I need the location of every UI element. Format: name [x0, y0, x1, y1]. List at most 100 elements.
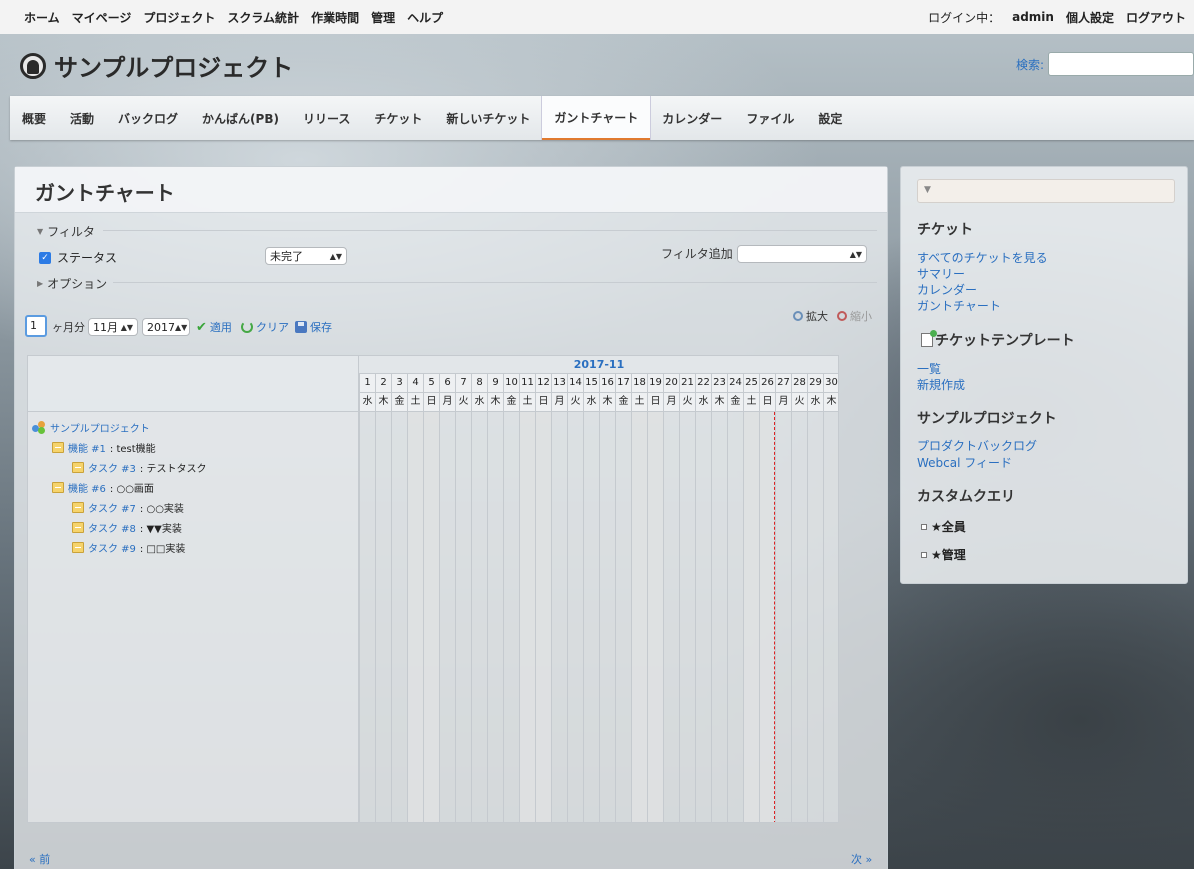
gantt-weekday: 月 — [663, 393, 679, 412]
gantt-weekday: 火 — [679, 393, 695, 412]
gantt-issue-row: タスク #9: □□実装 — [72, 540, 185, 555]
top-link-help[interactable]: ヘルプ — [407, 9, 443, 26]
gantt-weekday: 日 — [535, 393, 551, 412]
gantt-day-number: 7 — [455, 374, 471, 393]
sidebar-link-summary[interactable]: サマリー — [917, 265, 965, 282]
filter-legend-label: フィルタ — [47, 225, 95, 239]
top-link-projects[interactable]: プロジェクト — [143, 9, 215, 26]
apply-button[interactable]: ✔ 適用 — [196, 319, 232, 335]
tab-gantt[interactable]: ガントチャート — [542, 96, 651, 140]
gantt-month-header[interactable]: 2017-11 — [359, 356, 838, 374]
project-avatar-icon — [20, 52, 46, 79]
gantt-subject-text: : □□実装 — [139, 544, 186, 555]
gantt-weekday: 水 — [359, 393, 375, 412]
gantt-day-number: 9 — [487, 374, 503, 393]
user-link[interactable]: admin — [1012, 10, 1054, 24]
sidebar-link-calendar[interactable]: カレンダー — [917, 281, 977, 298]
gantt-subject-link[interactable]: タスク #9 — [88, 540, 136, 555]
clear-button[interactable]: クリア — [241, 319, 289, 335]
status-filter-row: ✓ ステータス — [39, 249, 117, 266]
top-link-time-entries[interactable]: 作業時間 — [311, 9, 359, 26]
clear-label: クリア — [256, 321, 289, 334]
sidebar-link-gantt[interactable]: ガントチャート — [917, 297, 1001, 314]
search-input[interactable] — [1048, 52, 1194, 76]
year-select[interactable]: 2017 ▲▼ — [142, 318, 190, 336]
search-label[interactable]: 検索: — [1016, 56, 1044, 73]
custom-query-label: ★管理 — [931, 548, 966, 562]
my-account-link[interactable]: 個人設定 — [1066, 9, 1114, 26]
tab-activity[interactable]: 活動 — [58, 96, 106, 140]
gantt-subject-text: : ○○実装 — [139, 504, 184, 515]
add-filter-label: フィルタ追加 — [661, 247, 733, 261]
add-filter-select[interactable]: ▲▼ — [737, 245, 867, 263]
top-link-admin[interactable]: 管理 — [371, 9, 395, 26]
zoom-out-button[interactable]: 縮小 — [837, 308, 872, 324]
prev-link[interactable]: « 前 — [29, 851, 50, 867]
gantt-weekday: 土 — [519, 393, 535, 412]
tab-backlog[interactable]: バックログ — [106, 96, 190, 140]
logout-link[interactable]: ログアウト — [1126, 9, 1186, 26]
options-divider — [113, 282, 877, 283]
next-link[interactable]: 次 » — [851, 851, 872, 867]
tab-roadmap[interactable]: リリース — [291, 96, 362, 140]
expanded-triangle-icon: ▼ — [37, 227, 44, 236]
gantt-day-column — [823, 412, 838, 822]
options-legend[interactable]: ▶ オプション — [37, 275, 107, 292]
zoom-in-button[interactable]: 拡大 — [793, 308, 828, 324]
top-link-scrum-stats[interactable]: スクラム統計 — [227, 9, 299, 26]
gantt-day-number: 27 — [775, 374, 791, 393]
sidebar-link-template-new[interactable]: 新規作成 — [917, 376, 965, 393]
tab-kanban[interactable]: かんばん(PB) — [190, 96, 291, 140]
gantt-day-number: 24 — [727, 374, 743, 393]
gantt-weekday: 木 — [599, 393, 615, 412]
sidebar-dropdown[interactable]: ▼ — [917, 179, 1175, 203]
status-operator-select[interactable]: 未完了 ▲▼ — [265, 247, 347, 265]
status-filter-label: ステータス — [57, 251, 118, 265]
top-link-home[interactable]: ホーム — [24, 9, 60, 26]
custom-query-admin[interactable]: ★管理 — [921, 546, 966, 563]
filter-legend[interactable]: ▼ フィルタ — [37, 223, 95, 240]
tab-settings[interactable]: 設定 — [806, 96, 854, 140]
gantt-subjects: サンプルプロジェクト 機能 #1: test機能 タスク #3: テストタスク 機能 … — [27, 355, 358, 823]
gantt-weekend-column — [519, 412, 535, 822]
gantt-weekday: 水 — [695, 393, 711, 412]
page-title: ガントチャート — [15, 167, 887, 213]
gantt-subject-link[interactable]: 機能 #1 — [68, 440, 106, 455]
sidebar-link-product-backlog[interactable]: プロダクトバックログ — [917, 437, 1037, 454]
zoom-out-label: 縮小 — [850, 310, 872, 323]
tab-files[interactable]: ファイル — [734, 96, 806, 140]
gantt-subject-link[interactable]: サンプルプロジェクト — [50, 420, 150, 435]
custom-query-all[interactable]: ★全員 — [921, 518, 966, 535]
save-button[interactable]: 保存 — [295, 319, 332, 335]
gantt-subject-link[interactable]: タスク #8 — [88, 520, 136, 535]
month-select[interactable]: 11月 ▲▼ — [88, 318, 138, 336]
gantt-weekday: 月 — [775, 393, 791, 412]
tab-overview[interactable]: 概要 — [10, 96, 58, 140]
gantt-weekday: 土 — [631, 393, 647, 412]
header: サンプルプロジェクト 検索: — [0, 34, 1194, 96]
sidebar-link-template-list[interactable]: 一覧 — [917, 360, 941, 377]
status-checkbox[interactable]: ✓ — [39, 251, 51, 264]
months-input[interactable]: 1 — [25, 315, 47, 337]
gantt-weekday: 金 — [727, 393, 743, 412]
zoom-out-icon — [837, 311, 847, 321]
sidebar-link-all-issues[interactable]: すべてのチケットを見る — [917, 249, 1048, 266]
options-legend-label: オプション — [47, 277, 108, 291]
tab-new-issue[interactable]: 新しいチケット — [434, 96, 542, 140]
gantt-day-number: 20 — [663, 374, 679, 393]
gantt-weekday: 木 — [487, 393, 503, 412]
tab-calendar[interactable]: カレンダー — [650, 96, 734, 140]
tab-issues[interactable]: チケット — [362, 96, 434, 140]
gantt-weekday: 月 — [439, 393, 455, 412]
gantt-day-number: 22 — [695, 374, 711, 393]
issue-icon — [72, 462, 84, 473]
top-link-mypage[interactable]: マイページ — [72, 9, 132, 26]
sidebar-link-webcal[interactable]: Webcal フィード — [917, 454, 1012, 471]
content-panel: ガントチャート ▼ フィルタ ✓ ステータス 未完了 ▲▼ フィルタ追加 ▲▼ … — [14, 166, 888, 869]
collapsed-triangle-icon: ▶ — [37, 279, 44, 288]
gantt-subject-link[interactable]: タスク #3 — [88, 460, 136, 475]
gantt-subject-link[interactable]: 機能 #6 — [68, 480, 106, 495]
gantt-subject-link[interactable]: タスク #7 — [88, 500, 136, 515]
query-bullet-icon — [921, 551, 927, 558]
gantt-project-row: サンプルプロジェクト — [32, 420, 154, 435]
